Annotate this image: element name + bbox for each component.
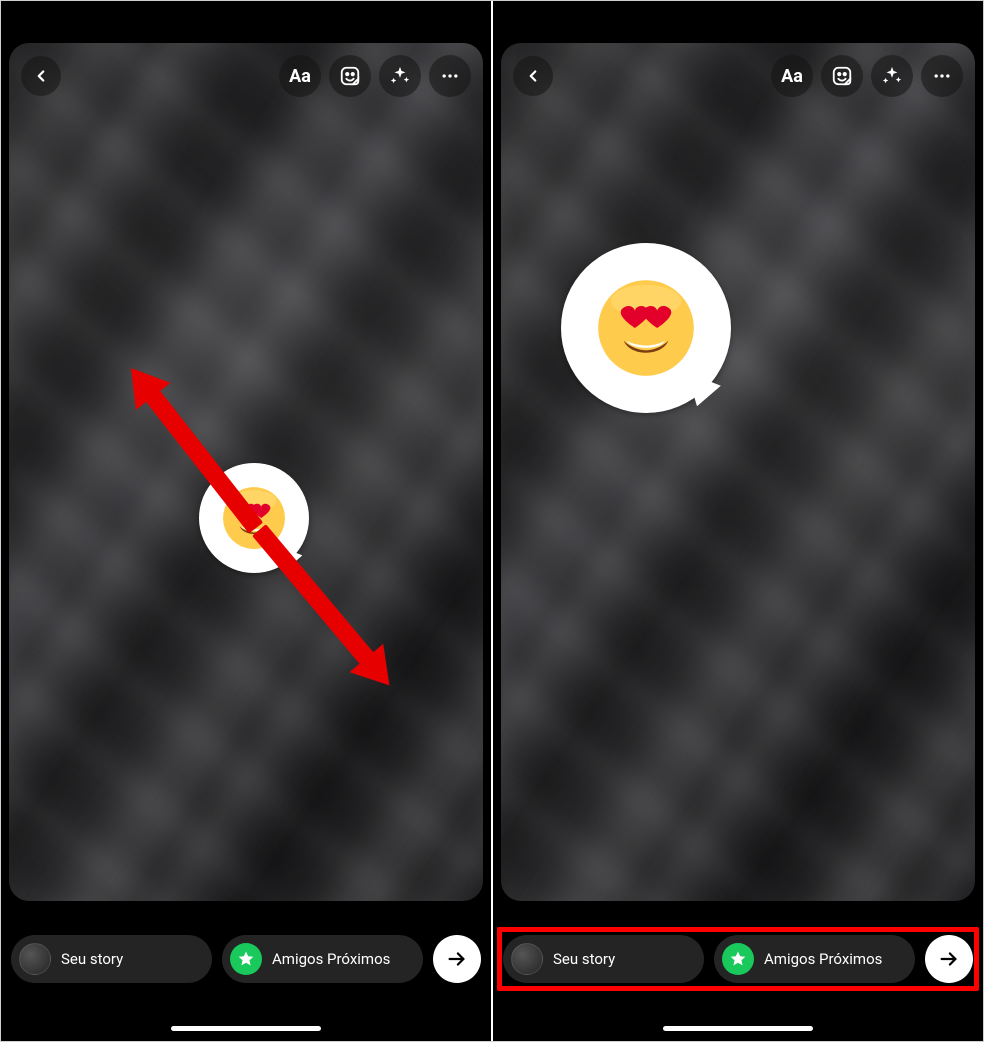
your-story-label: Seu story	[553, 950, 615, 968]
sparkles-icon	[881, 65, 903, 87]
screenshot-left: Aa	[1, 1, 491, 1041]
more-options-button[interactable]	[921, 55, 963, 97]
effects-tool-button[interactable]	[871, 55, 913, 97]
share-bar: Seu story Amigos Próximos	[503, 935, 973, 983]
sparkles-icon	[389, 65, 411, 87]
emoji-reaction-sticker[interactable]	[561, 243, 731, 413]
editor-toolbar: Aa	[513, 55, 963, 97]
more-icon	[932, 66, 952, 86]
sticker-icon	[831, 65, 853, 87]
heart-eyes-emoji-icon	[595, 277, 697, 379]
avatar	[511, 943, 543, 975]
next-button[interactable]	[433, 935, 481, 983]
home-indicator	[663, 1026, 813, 1031]
your-story-button[interactable]: Seu story	[503, 935, 704, 983]
more-icon	[440, 66, 460, 86]
text-tool-button[interactable]: Aa	[771, 55, 813, 97]
sticker-tool-button[interactable]	[821, 55, 863, 97]
close-friends-label: Amigos Próximos	[764, 950, 882, 968]
next-button[interactable]	[925, 935, 973, 983]
close-friends-button[interactable]: Amigos Próximos	[222, 935, 423, 983]
status-bar	[1, 1, 491, 41]
avatar	[19, 943, 51, 975]
arrow-right-icon	[446, 948, 468, 970]
chevron-left-icon	[32, 67, 50, 85]
text-tool-label: Aa	[289, 66, 311, 87]
more-options-button[interactable]	[429, 55, 471, 97]
sticker-icon	[339, 65, 361, 87]
share-bar: Seu story Amigos Próximos	[11, 935, 481, 983]
home-indicator	[171, 1026, 321, 1031]
text-tool-label: Aa	[781, 66, 803, 87]
close-friends-icon	[230, 943, 262, 975]
close-friends-button[interactable]: Amigos Próximos	[714, 935, 915, 983]
editor-toolbar: Aa	[21, 55, 471, 97]
story-canvas[interactable]: Aa	[501, 43, 975, 901]
your-story-button[interactable]: Seu story	[11, 935, 212, 983]
status-bar	[493, 1, 983, 41]
arrow-right-icon	[938, 948, 960, 970]
chevron-left-icon	[524, 67, 542, 85]
your-story-label: Seu story	[61, 950, 123, 968]
close-friends-icon	[722, 943, 754, 975]
close-friends-label: Amigos Próximos	[272, 950, 390, 968]
back-button[interactable]	[513, 56, 553, 96]
text-tool-button[interactable]: Aa	[279, 55, 321, 97]
story-canvas[interactable]: Aa	[9, 43, 483, 901]
sticker-tool-button[interactable]	[329, 55, 371, 97]
back-button[interactable]	[21, 56, 61, 96]
screenshot-right: Aa	[493, 1, 983, 1041]
annotation-arrow-down-right	[252, 524, 378, 670]
effects-tool-button[interactable]	[379, 55, 421, 97]
